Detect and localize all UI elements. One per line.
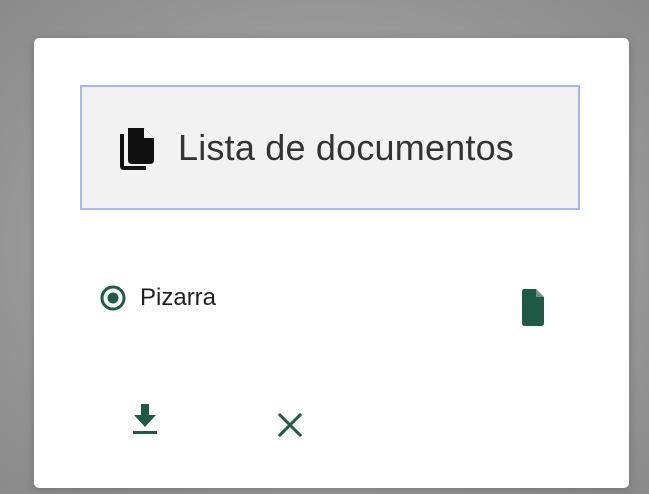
documents-copy-icon [114,124,158,172]
document-list-button[interactable]: Lista de documentos [80,85,580,210]
file-icon[interactable] [521,287,545,327]
document-list-label: Lista de documentos [178,126,515,168]
dialog-panel: Lista de documentos Pizarra [34,38,629,488]
close-icon[interactable] [276,411,304,439]
pizarra-option[interactable]: Pizarra [100,284,216,312]
radio-checked-icon[interactable] [100,285,126,311]
pizarra-label: Pizarra [140,284,217,311]
download-icon[interactable] [131,402,159,436]
